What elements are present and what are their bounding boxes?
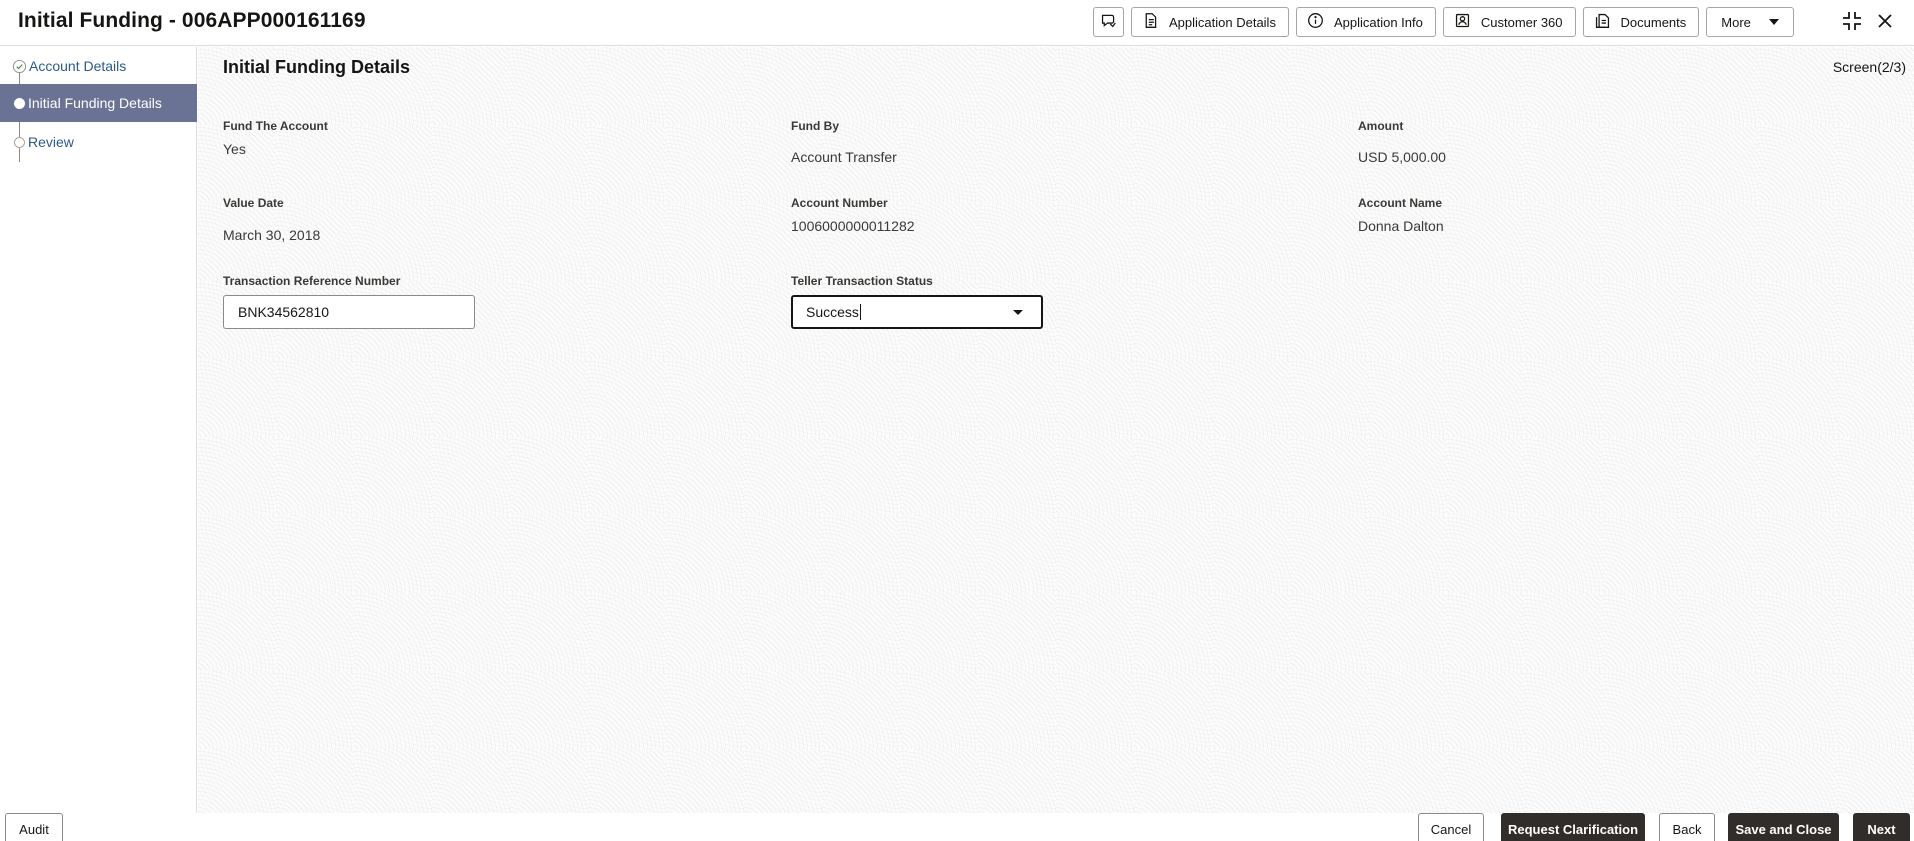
step-review[interactable]: Review: [0, 123, 197, 161]
audit-button[interactable]: Audit: [5, 813, 63, 841]
step-initial-funding-details[interactable]: Initial Funding Details: [0, 84, 197, 122]
fund-the-account-value: Yes: [223, 141, 246, 157]
fund-by-value: Account Transfer: [791, 149, 897, 165]
request-clarification-button[interactable]: Request Clarification: [1501, 813, 1645, 841]
step-label: Review: [28, 134, 74, 150]
step-label: Account Details: [29, 58, 127, 74]
info-icon: [1307, 12, 1324, 32]
account-number-value: 1006000000011282: [791, 218, 915, 234]
value-date-value: March 30, 2018: [223, 227, 321, 243]
amount-value: USD 5,000.00: [1358, 149, 1446, 165]
main-content: Initial Funding Details Screen(2/3) Fund…: [198, 47, 1914, 813]
back-button[interactable]: Back: [1659, 813, 1715, 841]
page-title: Initial Funding - 006APP000161169: [18, 9, 366, 32]
save-and-close-button[interactable]: Save and Close: [1728, 813, 1839, 841]
minimize-window-button[interactable]: [1839, 10, 1865, 36]
application-info-label: Application Info: [1333, 14, 1423, 30]
transaction-reference-number-value: BNK34562810: [238, 304, 330, 320]
document-icon: [1142, 12, 1159, 32]
section-title: Initial Funding Details: [223, 57, 411, 77]
fund-the-account-label: Fund The Account: [223, 119, 328, 133]
more-label: More: [1721, 14, 1751, 30]
dropdown-caret-icon: [1013, 310, 1023, 315]
teller-transaction-status-label: Teller Transaction Status: [791, 274, 933, 288]
step-label: Initial Funding Details: [28, 95, 162, 111]
footer-bar: Audit Cancel Request Clarification Back …: [0, 813, 1914, 841]
more-menu-button[interactable]: More: [1706, 7, 1794, 37]
documents-icon: [1594, 12, 1611, 32]
customer-360-label: Customer 360: [1480, 14, 1563, 30]
account-number-label: Account Number: [791, 196, 888, 210]
amount-label: Amount: [1358, 119, 1404, 133]
documents-button[interactable]: Documents: [1582, 7, 1700, 37]
teller-transaction-status-select[interactable]: Success: [791, 295, 1043, 329]
collapse-arrows-icon: [1841, 10, 1863, 37]
pending-step-dot-icon: [14, 136, 25, 148]
close-window-button[interactable]: [1872, 10, 1898, 36]
screen-indicator: Screen(2/3): [1832, 59, 1906, 75]
close-icon: [1874, 10, 1896, 37]
transaction-reference-number-label: Transaction Reference Number: [223, 274, 401, 288]
value-date-label: Value Date: [223, 196, 284, 210]
active-step-dot-icon: [14, 97, 25, 109]
cancel-button[interactable]: Cancel: [1418, 813, 1484, 841]
application-details-button[interactable]: Application Details: [1131, 7, 1289, 37]
fund-by-label: Fund By: [791, 119, 839, 133]
text-cursor: [859, 304, 861, 320]
application-details-label: Application Details: [1169, 14, 1276, 30]
documents-label: Documents: [1620, 14, 1687, 30]
chevron-down-icon: [1768, 19, 1779, 25]
customer-360-button[interactable]: Customer 360: [1442, 7, 1576, 37]
application-info-button[interactable]: Application Info: [1295, 7, 1436, 37]
account-name-value: Donna Dalton: [1358, 218, 1444, 234]
user-card-icon: [1454, 12, 1471, 32]
next-button[interactable]: Next: [1853, 813, 1910, 841]
check-circle-icon: [12, 59, 27, 74]
step-navigation: Account Details Initial Funding Details …: [0, 47, 197, 813]
chat-bubble-button[interactable]: [1093, 7, 1124, 37]
header-toolbar: Application Details Application Info Cus…: [1093, 7, 1794, 37]
account-name-label: Account Name: [1358, 196, 1443, 210]
teller-transaction-status-value: Success: [806, 304, 859, 320]
step-account-details[interactable]: Account Details: [0, 47, 197, 85]
chat-bubble-icon: [1100, 12, 1117, 32]
transaction-reference-number-input[interactable]: BNK34562810: [223, 295, 475, 329]
header-bar: Initial Funding - 006APP000161169 Applic…: [0, 0, 1914, 46]
